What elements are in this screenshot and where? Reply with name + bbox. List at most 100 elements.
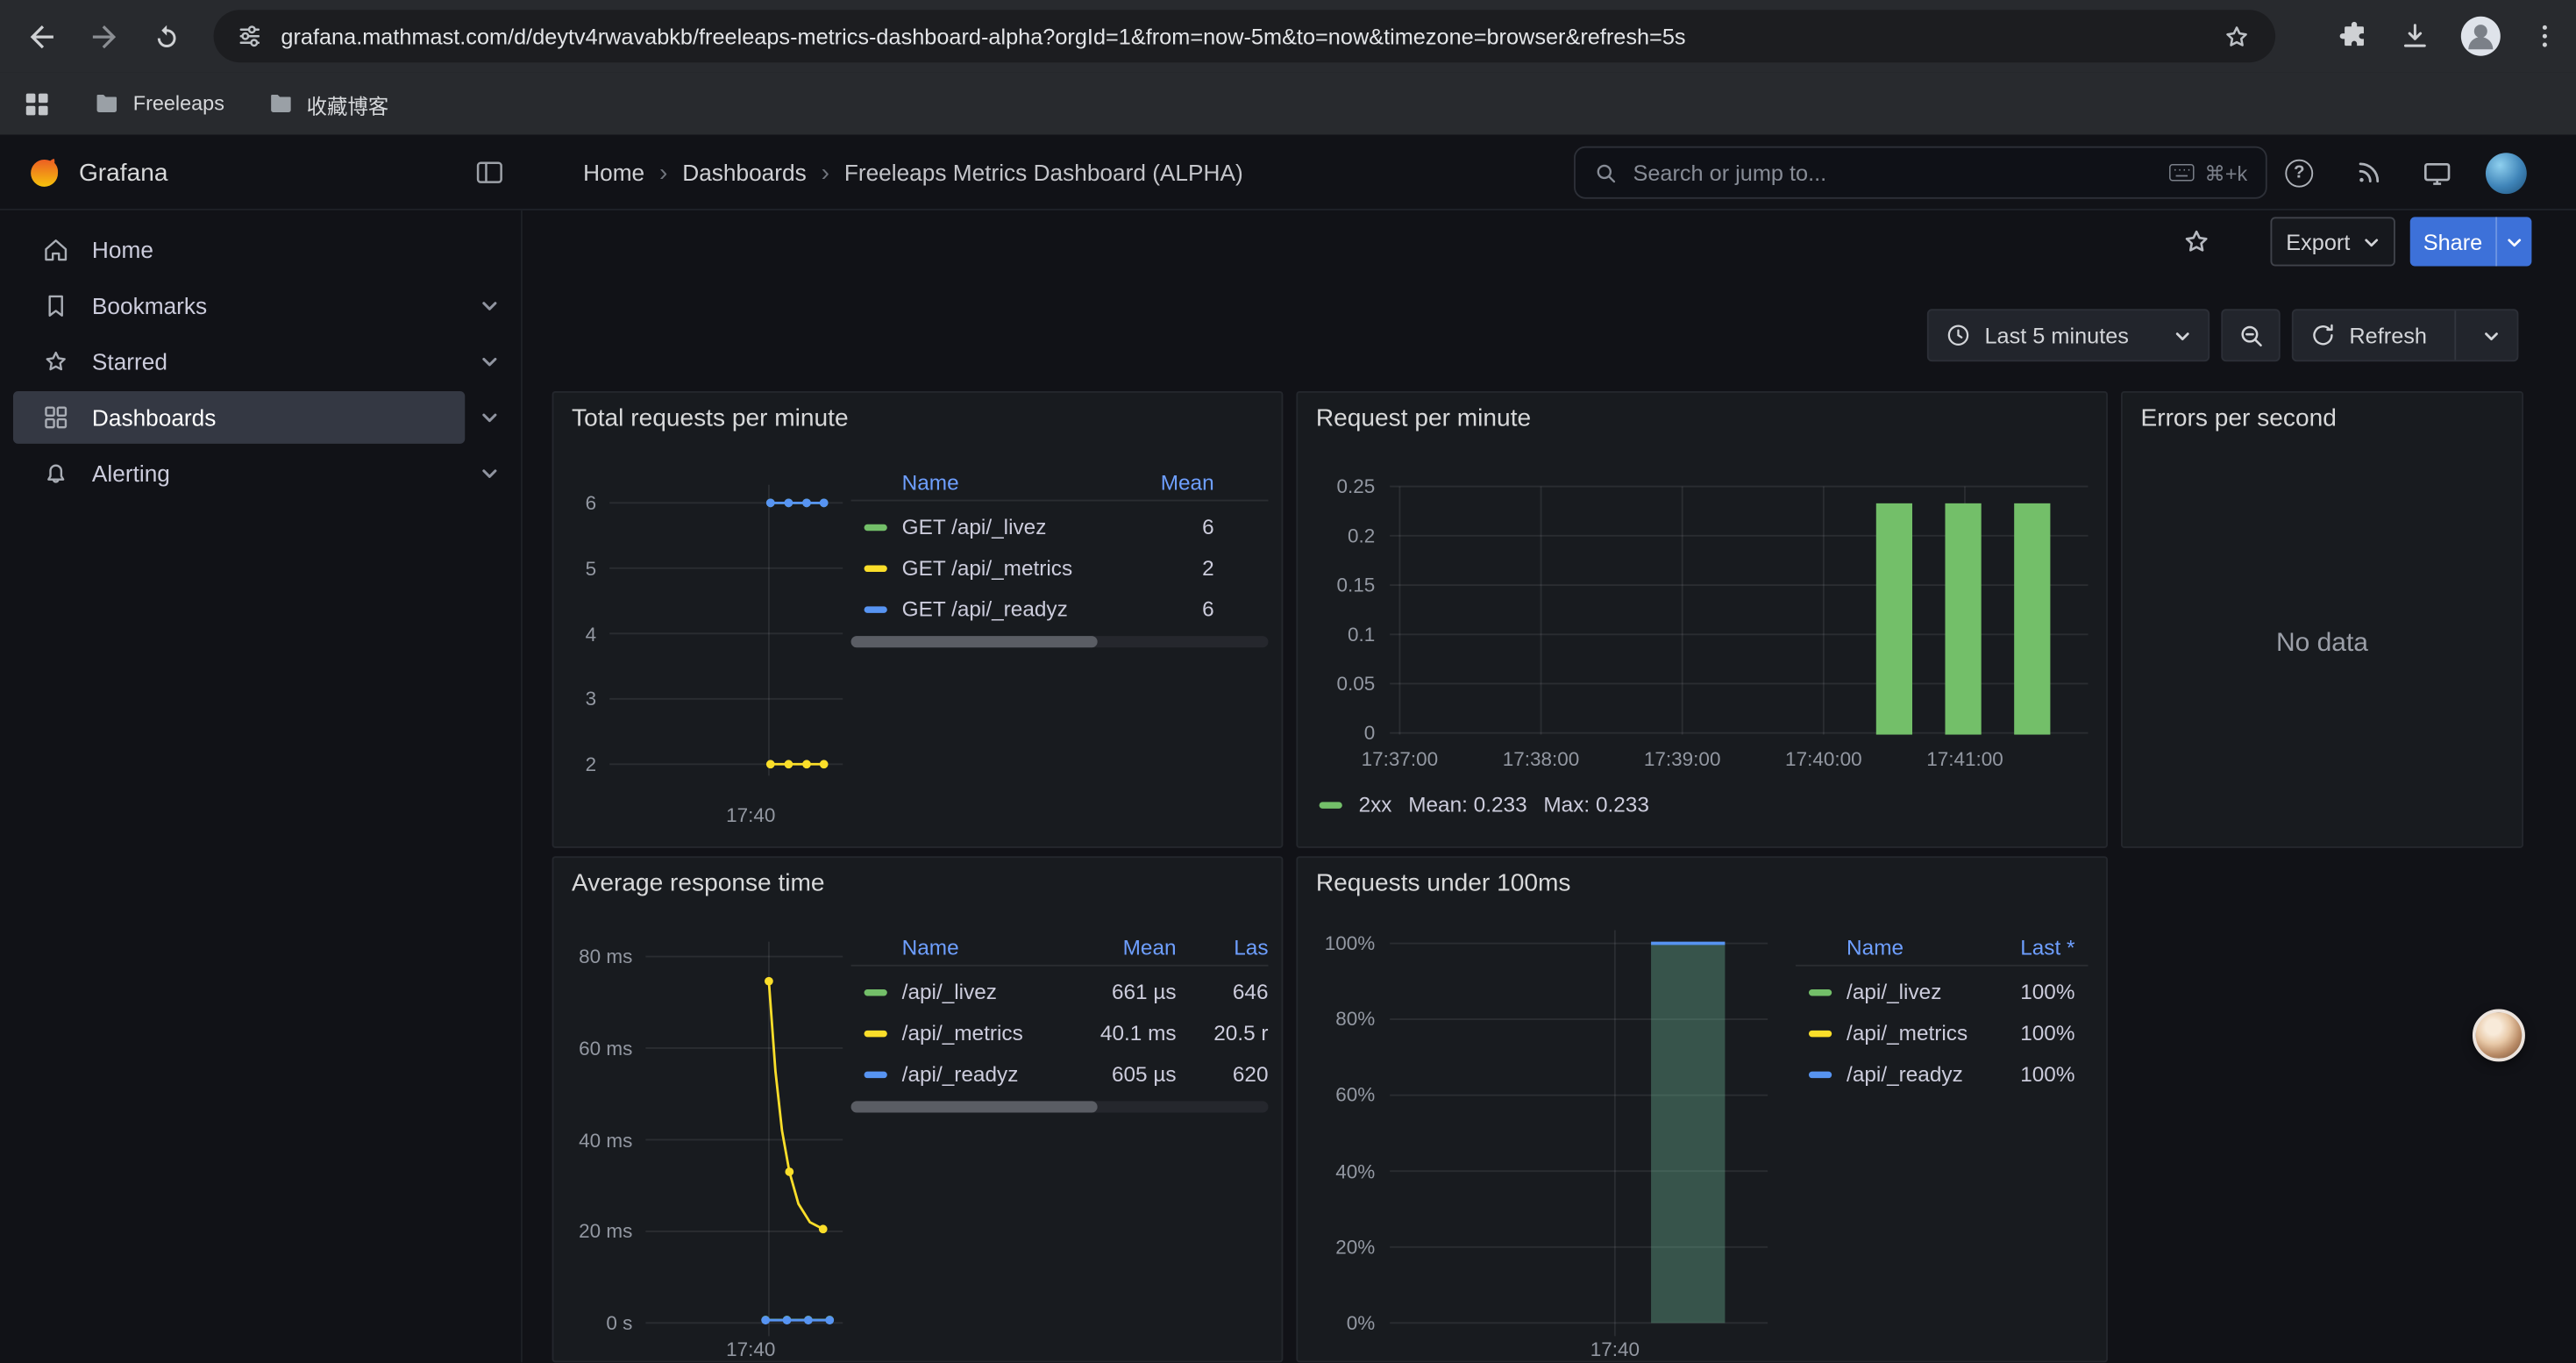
legend-series-name[interactable]: /api/_livez (902, 980, 1078, 1004)
dashboard-toolbar: Export Share (523, 211, 2576, 276)
browser-menu-icon[interactable] (2530, 21, 2560, 51)
apps-grid-icon[interactable] (23, 89, 51, 118)
chevron-down-icon[interactable] (480, 296, 499, 315)
floating-avatar[interactable] (2473, 1009, 2525, 1061)
bookmark-star-icon[interactable] (2221, 20, 2252, 52)
reload-icon[interactable] (148, 18, 184, 54)
time-range-picker[interactable]: Last 5 minutes (1927, 309, 2210, 361)
url-text[interactable]: grafana.mathmast.com/d/deytv4rwavabkb/fr… (281, 24, 2221, 48)
legend-scrollbar[interactable] (851, 636, 1098, 647)
browser-toolbar: grafana.mathmast.com/d/deytv4rwavabkb/fr… (0, 0, 2576, 72)
address-bar[interactable]: grafana.mathmast.com/d/deytv4rwavabkb/fr… (214, 10, 2276, 62)
share-menu-chevron[interactable] (2495, 217, 2531, 266)
breadcrumb-home[interactable]: Home (583, 160, 644, 186)
help-icon[interactable]: ? (2285, 135, 2313, 211)
panel-title[interactable]: Errors per second (2140, 404, 2336, 432)
sidebar-item-dashboards[interactable]: Dashboards (0, 389, 521, 446)
series-color-dash (1809, 988, 1832, 995)
chevron-down-icon (2362, 232, 2380, 251)
chevron-down-icon[interactable] (480, 463, 499, 482)
refresh-button[interactable]: Refresh (2292, 309, 2519, 361)
legend-row: /api/_readyz 605 µs 620 (851, 1053, 1269, 1095)
sidebar-label: Alerting (92, 460, 170, 487)
legend-row: /api/_readyz 100% (1796, 1053, 2089, 1095)
dock-menu-icon[interactable] (473, 156, 506, 189)
share-button[interactable]: Share (2410, 217, 2532, 266)
panel-average-response-time: Average response time 80 ms 60 ms 40 ms … (552, 856, 1284, 1362)
search-shortcut: ⌘+k (2168, 161, 2247, 185)
legend-series-name[interactable]: /api/_metrics (902, 1021, 1078, 1045)
news-rss-icon[interactable] (2354, 135, 2384, 211)
monitor-icon[interactable] (2422, 135, 2453, 211)
y-tick: 20 ms (579, 1217, 632, 1246)
favorite-star-icon[interactable] (2180, 225, 2212, 258)
breadcrumb-dashboards[interactable]: Dashboards (682, 160, 806, 186)
legend-series-name[interactable]: GET /api/_readyz (902, 596, 1129, 621)
breadcrumb-separator: › (822, 159, 829, 187)
back-icon[interactable] (23, 18, 59, 54)
legend-series-name[interactable]: GET /api/_livez (902, 514, 1129, 539)
y-axis: 100% 80% 60% 40% 20% 0% (1298, 929, 1375, 1338)
folder-icon (94, 90, 120, 117)
legend-row: /api/_livez 100% (1796, 971, 2089, 1012)
bookmark-icon (41, 291, 71, 321)
browser-profile-avatar[interactable] (2459, 15, 2502, 58)
keyboard-icon (2168, 162, 2195, 182)
series-color-dash (1320, 801, 1342, 807)
zoom-out-button[interactable] (2221, 309, 2280, 361)
legend-table: Name Mean Las /api/_livez 661 µs 646 /ap… (851, 931, 1269, 1113)
legend-series-value: 2 (1128, 555, 1213, 580)
y-tick: 0 s (606, 1308, 632, 1338)
legend-col-mean[interactable]: Mean (1078, 935, 1176, 960)
sidebar-label: Starred (92, 348, 167, 375)
grafana-brand[interactable]: Grafana (79, 135, 168, 211)
bookmark-folder-blogs[interactable]: 收藏博客 (267, 88, 389, 119)
bookmark-folder-freeleaps[interactable]: Freeleaps (94, 90, 224, 117)
legend-scrollbar[interactable] (851, 1101, 1098, 1112)
legend-col-mean[interactable]: Mean (1128, 470, 1213, 495)
legend-series-last: 100% (1996, 1061, 2075, 1086)
grafana-logo-icon[interactable] (26, 154, 62, 190)
export-button[interactable]: Export (2270, 217, 2395, 266)
chevron-down-icon[interactable] (480, 352, 499, 371)
y-tick: 0% (1347, 1308, 1375, 1338)
legend-series-name[interactable]: /api/_readyz (902, 1061, 1078, 1086)
forward-icon[interactable] (85, 18, 121, 54)
y-tick: 0.15 (1337, 570, 1376, 600)
y-axis: 6 5 4 3 2 (553, 488, 596, 779)
sidebar-item-home[interactable]: Home (0, 222, 521, 278)
y-tick: 60 ms (579, 1033, 632, 1063)
search-input[interactable]: Search or jump to... ⌘+k (1574, 146, 2267, 199)
legend-series-name[interactable]: /api/_readyz (1847, 1061, 1996, 1086)
legend-series-name[interactable]: /api/_metrics (1847, 1021, 1996, 1045)
extensions-icon[interactable] (2338, 19, 2370, 52)
user-avatar[interactable] (2486, 153, 2527, 194)
downloads-icon[interactable] (2399, 19, 2431, 52)
x-axis-label: 17:40 (701, 803, 800, 826)
legend-series-name[interactable]: /api/_livez (1847, 980, 1996, 1004)
x-axis-label: 17:40 (701, 1338, 800, 1360)
dashboards-grid-icon (41, 403, 71, 432)
legend-row: GET /api/_readyz 6 (851, 589, 1269, 630)
x-tick: 17:41:00 (1894, 748, 2035, 771)
chevron-down-icon (2174, 326, 2192, 345)
legend-series-name[interactable]: 2xx (1359, 792, 1392, 817)
y-tick: 0 (1364, 718, 1376, 748)
sidebar-item-alerting[interactable]: Alerting (0, 446, 521, 502)
sidebar-item-starred[interactable]: Starred (0, 333, 521, 389)
legend-col-last[interactable]: Las (1177, 935, 1269, 960)
series-color-dash (865, 524, 887, 530)
legend-col-name[interactable]: Name (902, 935, 1078, 960)
site-settings-icon[interactable] (237, 23, 263, 49)
legend-header: Name Last * (1796, 931, 2089, 967)
legend-col-name[interactable]: Name (1847, 935, 1996, 960)
folder-icon (267, 90, 294, 117)
legend-col-last[interactable]: Last * (1996, 935, 2075, 960)
x-tick: 17:37:00 (1329, 748, 1470, 771)
legend-series-name[interactable]: GET /api/_metrics (902, 555, 1129, 580)
sidebar-item-bookmarks[interactable]: Bookmarks (0, 278, 521, 334)
legend-col-name[interactable]: Name (902, 470, 1129, 495)
chevron-down-icon[interactable] (480, 408, 499, 427)
sidebar-label: Home (92, 237, 153, 263)
breadcrumb-separator: › (659, 159, 667, 187)
